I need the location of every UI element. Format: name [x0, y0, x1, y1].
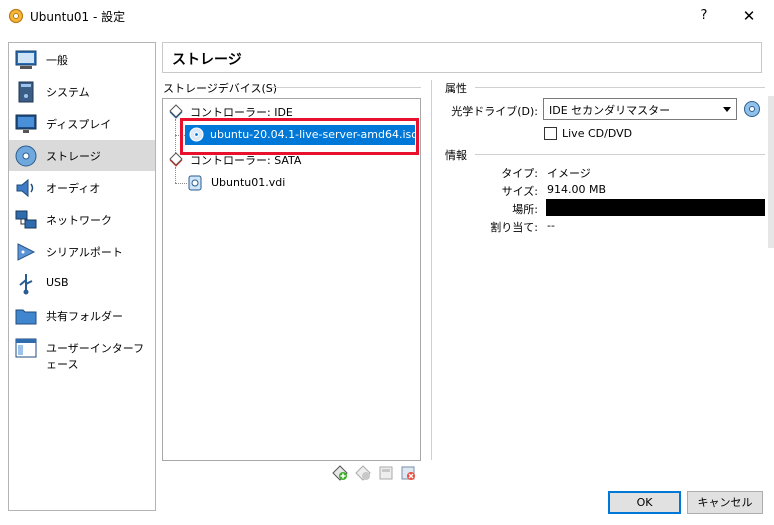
serial-port-icon	[17, 243, 36, 261]
group-divider	[270, 87, 421, 88]
sidebar-item-network[interactable]: ネットワーク	[9, 204, 155, 235]
location-value-redacted	[546, 199, 765, 216]
virtualbox-gear-icon	[8, 8, 24, 24]
group-divider	[475, 87, 765, 88]
sidebar-item-audio[interactable]: オーディオ	[9, 172, 155, 203]
tree-item-label: Ubuntu01.vdi	[211, 176, 286, 189]
system-icon	[18, 81, 34, 103]
choose-disk-icon[interactable]	[743, 100, 761, 118]
live-cd-checkbox[interactable]	[544, 127, 557, 140]
user-interface-icon	[15, 338, 37, 358]
page-title-frame: ストレージ	[162, 42, 762, 73]
add-controller-icon[interactable]	[378, 465, 394, 481]
help-button[interactable]: ?	[690, 4, 718, 28]
type-value: イメージ	[547, 167, 591, 180]
sidebar-item-label: 一般	[46, 54, 68, 67]
title-bar: Ubuntu01 - 設定 ? ✕	[0, 0, 774, 33]
sidebar-item-label: ストレージ	[46, 150, 101, 163]
ok-button[interactable]: OK	[608, 491, 681, 514]
audio-icon	[16, 178, 34, 198]
storage-icon	[15, 145, 37, 167]
sidebar-item-label: オーディオ	[46, 182, 101, 195]
usb-icon	[19, 274, 33, 295]
sidebar-item-user-interface[interactable]: ユーザーインターフェース	[9, 332, 155, 371]
sidebar-item-label: ネットワーク	[46, 214, 112, 227]
sidebar-item-shared-folders[interactable]: 共有フォルダー	[9, 300, 155, 331]
cancel-button[interactable]: キャンセル	[687, 491, 763, 514]
type-label: タイプ:	[501, 167, 538, 180]
window-title: Ubuntu01 - 設定	[30, 10, 126, 24]
hard-disk-icon	[188, 175, 202, 191]
tree-item-vdi[interactable]: Ubuntu01.vdi	[188, 174, 413, 192]
panel-divider	[431, 80, 432, 460]
highlight-annotation-box	[180, 118, 419, 155]
optical-drive-label: 光学ドライブ(D):	[451, 105, 538, 118]
remove-controller-icon[interactable]	[400, 465, 416, 481]
network-icon	[15, 210, 37, 229]
optical-drive-select[interactable]: IDE セカンダリマスター	[543, 98, 737, 120]
size-value: 914.00 MB	[547, 183, 607, 196]
sidebar-item-display[interactable]: ディスプレイ	[9, 108, 155, 139]
sidebar-item-label: USB	[46, 276, 69, 289]
sidebar-item-serial-port[interactable]: シリアルポート	[9, 236, 155, 267]
close-button[interactable]: ✕	[734, 4, 764, 28]
size-label: サイズ:	[501, 185, 538, 198]
sidebar-item-label: システム	[46, 86, 90, 99]
ide-controller-icon	[169, 104, 183, 119]
location-label: 場所:	[512, 203, 538, 216]
display-icon	[15, 114, 37, 133]
group-divider	[475, 154, 765, 155]
assigned-label: 割り当て:	[490, 221, 538, 234]
sidebar-item-label: 共有フォルダー	[46, 310, 123, 323]
sidebar-item-general[interactable]: 一般	[9, 44, 155, 75]
assigned-value: --	[547, 219, 555, 232]
settings-sidebar: 一般 システム ディスプレイ ストレージ オーディオ ネットワーク シリアルポー…	[8, 42, 156, 511]
chevron-down-icon	[723, 107, 731, 112]
tree-connector	[175, 167, 176, 183]
sidebar-item-label: ディスプレイ	[46, 118, 112, 131]
page-title: ストレージ	[172, 52, 242, 68]
sidebar-item-label: シリアルポート	[46, 246, 123, 259]
sidebar-item-system[interactable]: システム	[9, 76, 155, 107]
remove-attachment-icon[interactable]	[355, 465, 371, 481]
tree-connector	[175, 183, 187, 184]
info-heading: 情報	[445, 149, 467, 162]
sidebar-item-label: ユーザーインターフェース	[46, 342, 145, 371]
live-cd-label: Live CD/DVD	[562, 127, 633, 140]
sidebar-item-storage[interactable]: ストレージ	[9, 140, 155, 171]
optical-drive-value: IDE セカンダリマスター	[549, 104, 671, 117]
attributes-heading: 属性	[445, 82, 467, 95]
shared-folder-icon	[15, 309, 37, 325]
sidebar-item-usb[interactable]: USB	[9, 268, 155, 299]
info-scrollbar[interactable]	[768, 96, 774, 248]
general-icon	[15, 50, 37, 69]
add-attachment-icon[interactable]	[332, 465, 348, 481]
storage-devices-label: ストレージデバイス(S)	[163, 82, 278, 95]
